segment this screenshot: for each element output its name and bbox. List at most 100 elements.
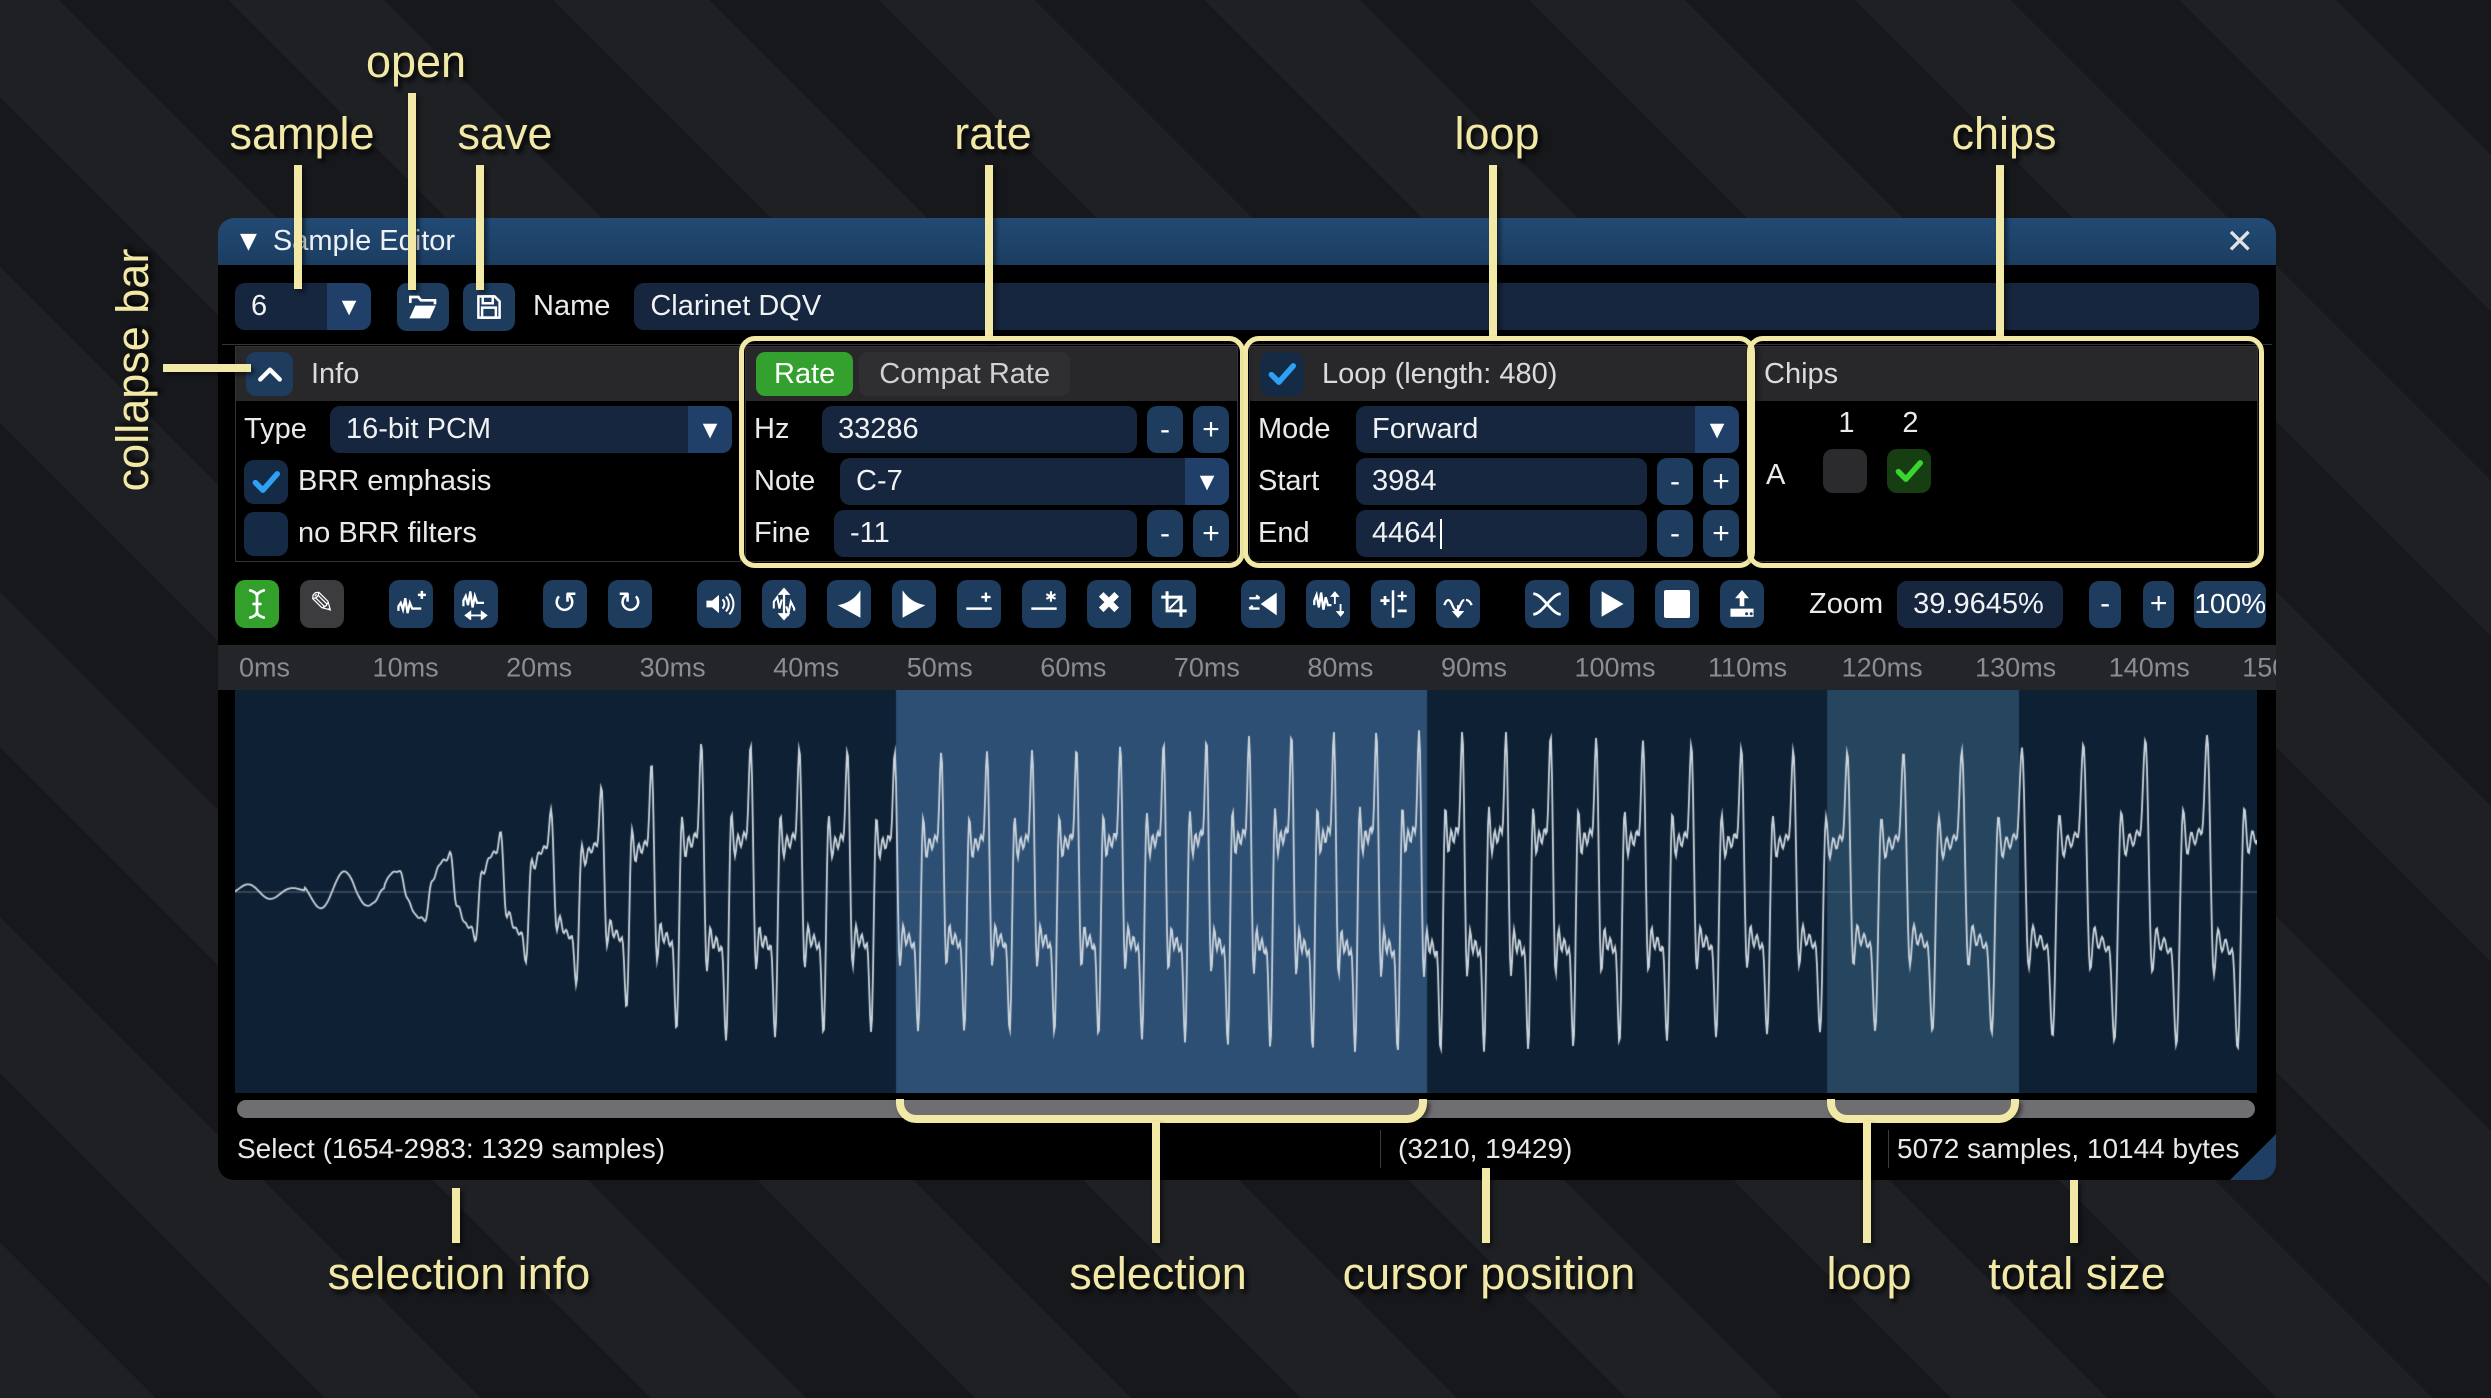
no-brr-filters-checkbox[interactable] [244,511,288,556]
collapse-bar-button[interactable] [246,352,293,396]
loop-start-label: Start [1258,465,1320,497]
insert-silence-button[interactable] [957,580,1001,628]
chevron-down-icon[interactable]: ▼ [1185,458,1229,505]
plus-minus-bar-icon [1378,588,1408,620]
sample-toolbar: ✎ ↺ ↻ ✖ Zoom 39.9645% - + 100% [235,580,2266,628]
titlebar[interactable]: ▼ Sample Editor ✕ [218,218,2276,265]
hz-increment-button[interactable]: + [1193,406,1229,453]
amplify-button[interactable] [697,580,741,628]
brr-emphasis-checkbox[interactable] [244,459,288,504]
hz-input-value: 33286 [838,413,919,445]
ruler-tick: 10ms [372,652,439,682]
loop-enable-checkbox[interactable] [1260,352,1304,396]
resize-button[interactable] [389,580,433,628]
filter-button[interactable] [1436,580,1480,628]
fine-input-value: -11 [850,517,890,549]
edit-mode-draw-button[interactable]: ✎ [300,580,344,628]
note-select[interactable]: C-7 ▼ [840,458,1229,505]
ruler-tick: 150ms [2242,652,2276,682]
i-beam-cursor-icon [243,587,271,621]
brr-emphasis-label: BRR emphasis [298,465,492,497]
zoom-out-button[interactable]: - [2089,580,2121,628]
fine-input[interactable]: -11 [834,510,1137,557]
name-input[interactable]: Clarinet DQV [634,283,2259,330]
annotation-loop-top: loop [1454,108,1540,159]
loop-mode-select[interactable]: Forward ▼ [1356,406,1739,453]
ruler-tick: 50ms [906,652,973,682]
crossfade-loop-points-button[interactable] [1525,580,1569,628]
resample-button[interactable] [454,580,498,628]
fade-out-button[interactable] [892,580,936,628]
fine-label: Fine [754,517,811,549]
note-label: Note [754,465,816,497]
loop-panel: Loop (length: 480) Mode Forward ▼ Start … [1249,346,1748,562]
loop-start-decrement-button[interactable]: - [1657,458,1693,505]
sample-select[interactable]: 6 ▼ [235,283,371,330]
stop-preview-button[interactable] [1655,580,1699,628]
redo-arrow-icon: ↻ [617,586,643,621]
hz-input[interactable]: 33286 [822,406,1137,453]
waveform-scrollbar[interactable] [235,1099,2257,1119]
crop-icon [1159,589,1189,619]
delete-button[interactable]: ✖ [1087,580,1131,628]
fade-in-triangle-icon [834,588,864,620]
open-sample-button[interactable] [397,282,449,331]
normalize-button[interactable] [762,580,806,628]
fine-increment-button[interactable]: + [1193,510,1229,557]
stop-square-icon [1664,590,1690,618]
trim-button[interactable] [1152,580,1196,628]
chips-panel: Chips 1 2 A [1753,346,2258,562]
rate-panel: Rate Compat Rate Hz 33286 - + Note C-7 ▼… [745,346,1238,562]
fine-decrement-button[interactable]: - [1147,510,1183,557]
waveform-display[interactable] [235,690,2257,1093]
name-input-value: Clarinet DQV [650,290,822,322]
line-plus-icon [964,589,994,619]
wave-plus-icon [395,588,427,620]
ruler-tick: 80ms [1307,652,1374,682]
zoom-in-button[interactable]: + [2142,580,2175,628]
annotation-line [2070,1180,2078,1243]
redo-button[interactable]: ↻ [608,580,652,628]
check-icon [251,469,281,495]
loop-start-increment-button[interactable]: + [1703,458,1739,505]
info-panel: Info Type 16-bit PCM ▼ BRR emphasis no B… [235,346,741,562]
type-select[interactable]: 16-bit PCM ▼ [330,406,732,453]
apply-silence-button[interactable] [1022,580,1066,628]
annotation-total-size: total size [1988,1248,2166,1299]
window-collapse-icon[interactable]: ▼ [240,229,257,254]
close-icon[interactable]: ✕ [2226,225,2255,259]
chevron-down-icon[interactable]: ▼ [1695,406,1739,453]
loop-end-input[interactable]: 4464 [1356,510,1647,557]
play-triangle-icon [1598,589,1626,619]
undo-button[interactable]: ↺ [543,580,587,628]
zoom-reset-button[interactable]: 100% [2194,580,2266,628]
loop-end-increment-button[interactable]: + [1703,510,1739,557]
loop-start-value: 3984 [1372,465,1437,497]
create-instrument-from-sample-button[interactable] [1720,580,1764,628]
chips-column-2: 2 [1902,407,1919,439]
invert-button[interactable] [1306,580,1350,628]
status-divider [1888,1130,1889,1168]
reverse-button[interactable] [1241,580,1285,628]
edit-mode-select-button[interactable] [235,580,279,628]
zoom-input[interactable]: 39.9645% [1897,580,2064,628]
chip-2-checkbox[interactable] [1887,449,1931,493]
fade-in-button[interactable] [827,580,871,628]
annotation-selection-info: selection info [327,1248,591,1299]
loop-start-input[interactable]: 3984 [1356,458,1647,505]
window-resize-grip[interactable] [2230,1134,2276,1180]
preview-sample-button[interactable] [1590,580,1634,628]
tab-compat-rate[interactable]: Compat Rate [859,352,1071,396]
chip-1-checkbox[interactable] [1823,449,1867,493]
status-selection-info: Select (1654-2983: 1329 samples) [237,1133,666,1164]
save-sample-button[interactable] [463,282,515,331]
hz-decrement-button[interactable]: - [1147,406,1183,453]
loop-end-decrement-button[interactable]: - [1657,510,1693,557]
annotation-open: open [365,36,467,87]
check-icon [1894,458,1924,484]
chevron-down-icon[interactable]: ▼ [688,406,732,453]
scrollbar-thumb[interactable] [237,1100,2255,1118]
chevron-down-icon[interactable]: ▼ [327,283,371,330]
tab-rate[interactable]: Rate [756,352,854,396]
sign-button[interactable] [1371,580,1415,628]
